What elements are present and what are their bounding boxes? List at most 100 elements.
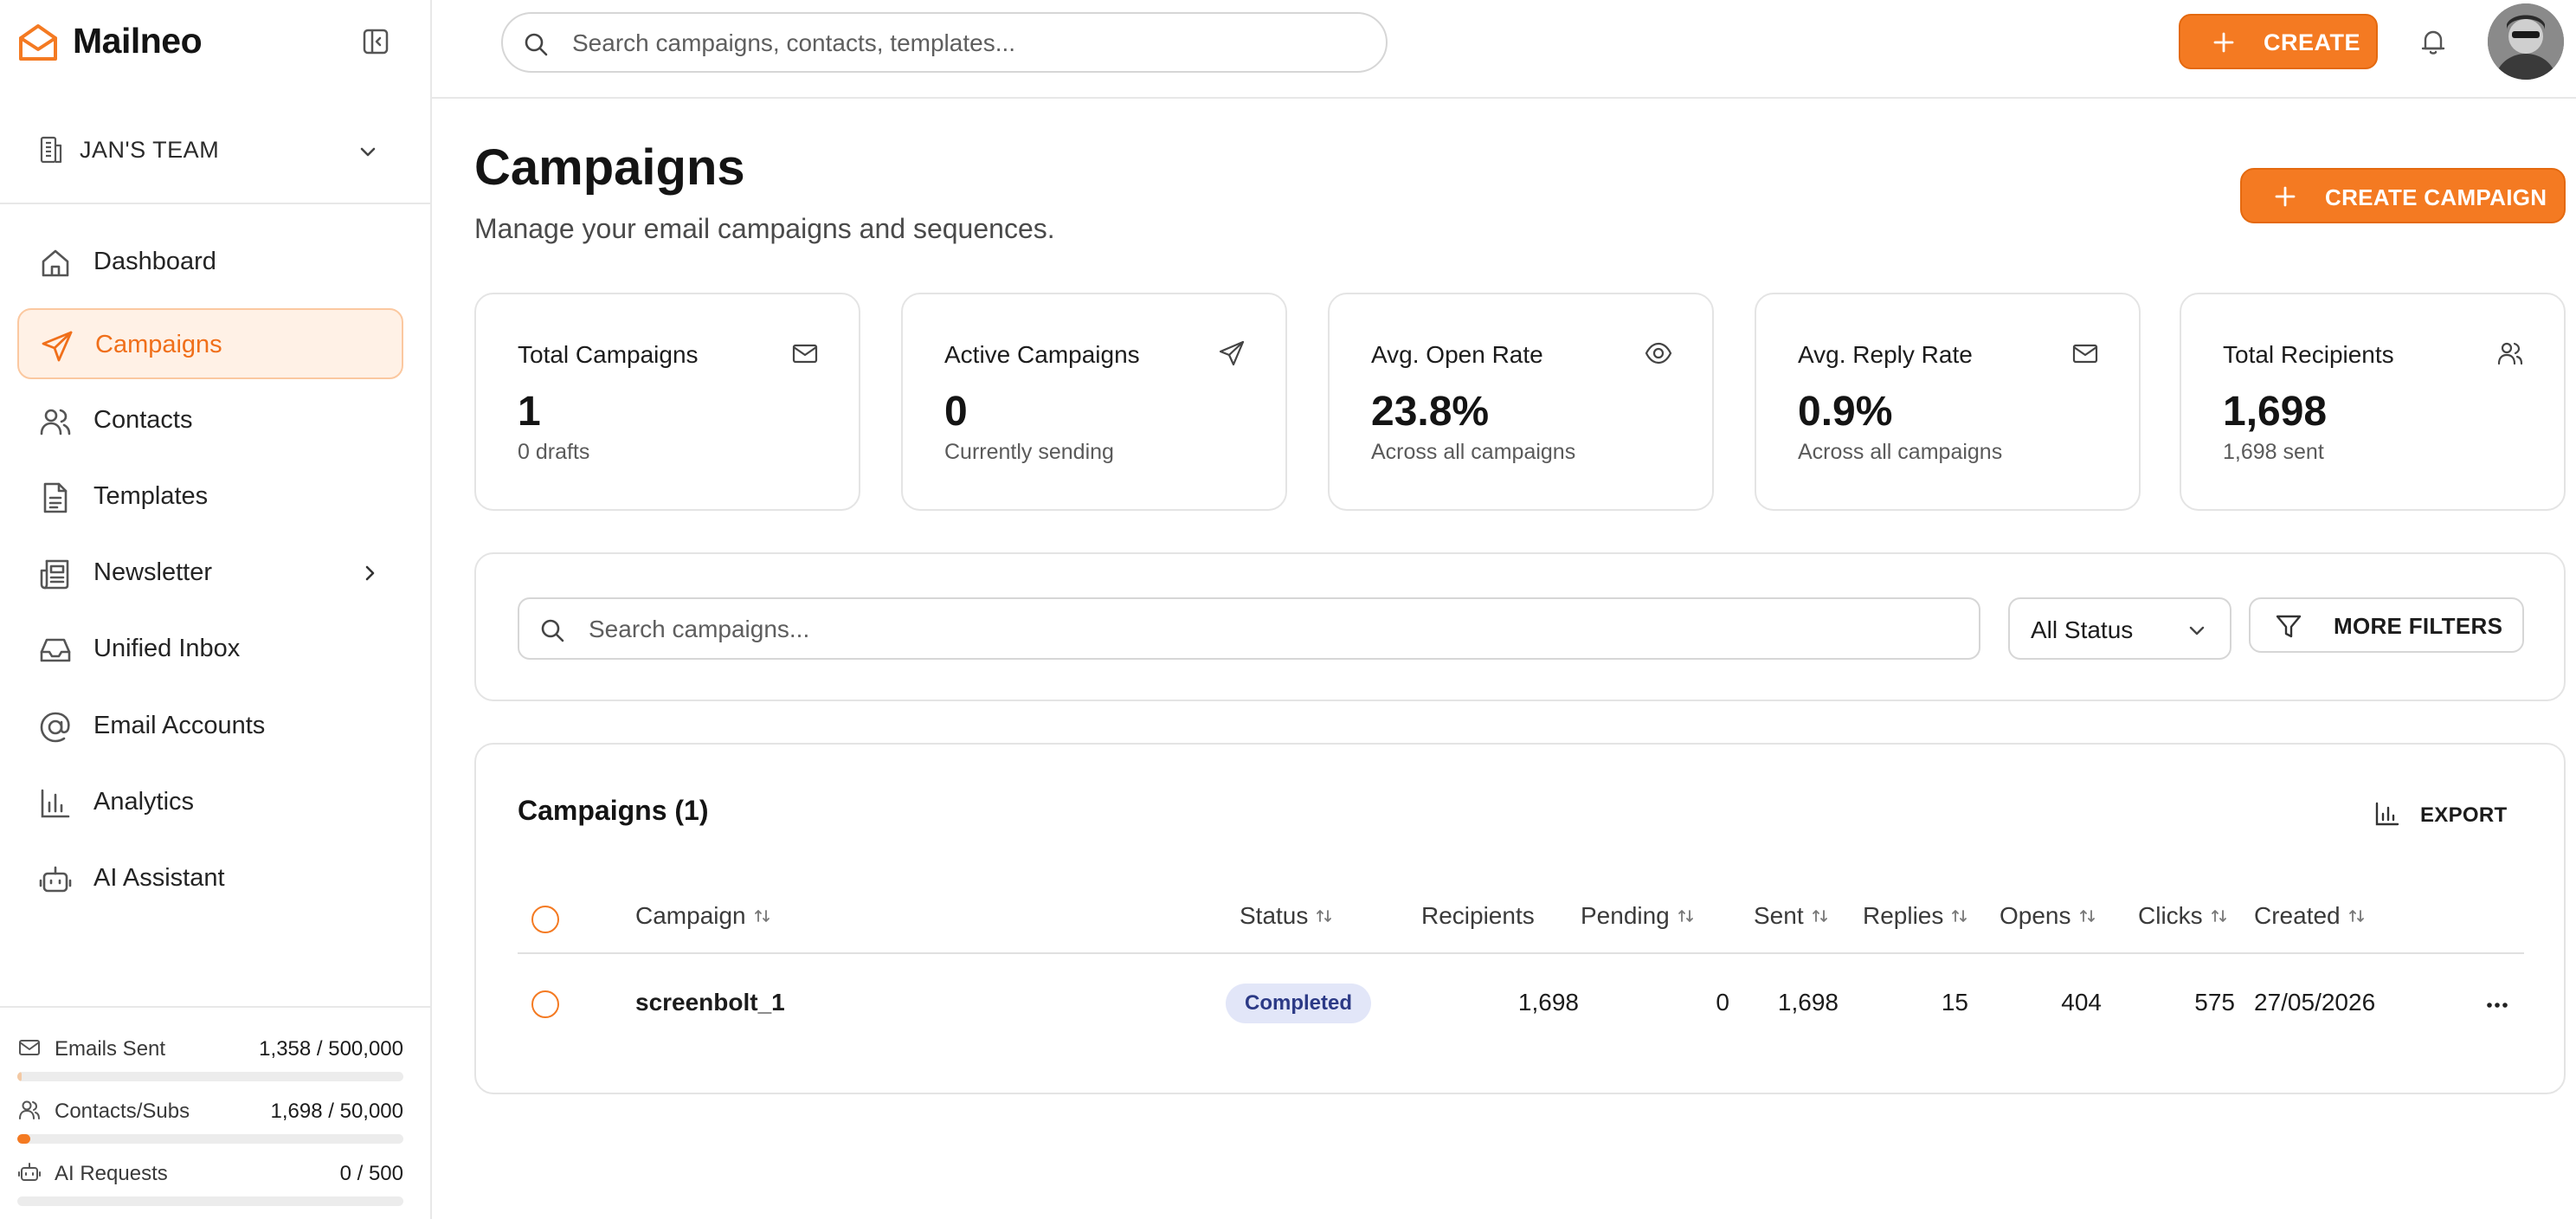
sidebar-item-contacts[interactable]: Contacts [17, 385, 403, 456]
campaign-search[interactable] [518, 597, 1980, 660]
mail-logo-icon[interactable] [17, 23, 59, 62]
status-filter-select[interactable]: All Status [2008, 597, 2231, 660]
column-pending[interactable]: Pending [1581, 902, 1696, 930]
sidebar-collapse-icon[interactable] [362, 28, 390, 55]
stat-note: 0 drafts [518, 440, 590, 464]
stat-title: Avg. Open Rate [1371, 341, 1543, 368]
filter-bar: All Status MORE FILTERS [474, 552, 2566, 701]
stat-card-total-recipients: Total Recipients 1,698 1,698 sent [2180, 293, 2566, 511]
avatar[interactable] [2488, 3, 2564, 80]
newspaper-icon [38, 557, 73, 591]
cell-opens: 404 [2061, 989, 2102, 1016]
sidebar-item-label: Unified Inbox [93, 635, 241, 662]
bell-icon[interactable] [2418, 26, 2449, 57]
cell-campaign[interactable]: screenbolt_1 [635, 989, 785, 1016]
table-row[interactable]: screenbolt_1 Completed 1,698 0 1,698 15 … [518, 956, 2524, 1056]
column-campaign[interactable]: Campaign [635, 902, 772, 930]
stat-card-avg-reply-rate: Avg. Reply Rate 0.9% Across all campaign… [1755, 293, 2141, 511]
column-opens[interactable]: Opens [2000, 902, 2097, 930]
sidebar-item-campaigns[interactable]: Campaigns [17, 308, 403, 379]
bot-icon [17, 1160, 42, 1184]
cell-recipients: 1,698 [1517, 989, 1579, 1016]
more-horizontal-icon[interactable] [2483, 990, 2512, 1020]
usage-label: AI Requests [55, 1162, 168, 1185]
cell-sent: 1,698 [1777, 989, 1839, 1016]
usage-progress-fill [17, 1134, 31, 1144]
building-icon [36, 135, 66, 164]
sidebar-item-label: Analytics [93, 788, 195, 816]
sidebar-item-templates[interactable]: Templates [17, 461, 403, 532]
sort-icon [1952, 909, 1967, 922]
stat-card-avg-open-rate: Avg. Open Rate 23.8% Across all campaign… [1328, 293, 1714, 511]
sidebar-item-email-accounts[interactable]: Email Accounts [17, 691, 403, 762]
users-icon [38, 404, 73, 439]
logo-row: Mailneo [0, 0, 430, 83]
row-checkbox[interactable] [531, 990, 559, 1018]
create-campaign-button[interactable]: CREATE CAMPAIGN [2240, 168, 2566, 223]
page-title: Campaigns [474, 139, 745, 196]
table-header: Campaign Status Recipients Pending Sent … [518, 885, 2524, 954]
more-filters-label: MORE FILTERS [2334, 613, 2503, 639]
global-search-input[interactable] [572, 26, 1351, 61]
sidebar-item-newsletter[interactable]: Newsletter [17, 538, 403, 609]
sort-icon [1812, 909, 1827, 922]
sidebar-item-ai-assistant[interactable]: AI Assistant [17, 843, 403, 914]
app-name[interactable]: Mailneo [73, 21, 203, 61]
usage-ai-requests: AI Requests 0 / 500 [17, 1157, 403, 1209]
column-replies[interactable]: Replies [1863, 902, 1969, 930]
usage-value: 1,698 / 50,000 [270, 1100, 403, 1123]
sidebar-item-unified-inbox[interactable]: Unified Inbox [17, 614, 403, 685]
sidebar-item-label: Dashboard [93, 248, 216, 275]
column-sent[interactable]: Sent [1754, 902, 1830, 930]
column-created[interactable]: Created [2254, 902, 2367, 930]
export-button[interactable]: EXPORT [2370, 790, 2534, 838]
usage-value: 0 / 500 [339, 1162, 403, 1185]
stat-note: Currently sending [944, 440, 1114, 464]
eye-icon [1645, 339, 1672, 367]
sort-icon [2348, 909, 2364, 922]
stat-value: 0.9% [1798, 389, 1893, 435]
search-icon [522, 30, 550, 58]
usage-progress-track [17, 1134, 403, 1144]
select-all-checkbox[interactable] [531, 906, 559, 933]
campaign-search-input[interactable] [589, 612, 1956, 647]
sidebar-item-label: Contacts [93, 406, 193, 434]
stat-note: Across all campaigns [1371, 440, 1576, 464]
at-sign-icon [38, 710, 73, 745]
cell-created: 27/05/2026 [2254, 989, 2376, 1016]
usage-value: 1,358 / 500,000 [259, 1037, 403, 1061]
column-status[interactable]: Status [1240, 902, 1334, 930]
global-search[interactable] [501, 12, 1388, 73]
chevron-down-icon [355, 139, 381, 164]
send-icon [40, 329, 74, 364]
sidebar-item-analytics[interactable]: Analytics [17, 767, 403, 838]
sidebar-item-dashboard[interactable]: Dashboard [17, 227, 403, 298]
file-text-icon [38, 481, 73, 515]
sort-icon [2079, 909, 2095, 922]
sidebar-item-label: Newsletter [93, 558, 212, 586]
table-title: Campaigns (1) [518, 795, 709, 826]
more-filters-button[interactable]: MORE FILTERS [2249, 597, 2524, 653]
usage-progress-track [17, 1072, 403, 1081]
stat-note: 1,698 sent [2223, 440, 2324, 464]
chevron-down-icon [2185, 618, 2209, 642]
stat-title: Avg. Reply Rate [1798, 341, 1973, 368]
sidebar: Mailneo JAN'S TEAM Dashboard Campaigns C… [0, 0, 432, 1219]
stat-note: Across all campaigns [1798, 440, 2003, 464]
stat-value: 23.8% [1371, 389, 1490, 435]
plus-icon [2273, 184, 2297, 209]
users-icon [17, 1098, 42, 1122]
mail-icon [17, 1035, 42, 1060]
stat-title: Total Campaigns [518, 341, 699, 368]
stat-card-active-campaigns: Active Campaigns 0 Currently sending [901, 293, 1287, 511]
usage-progress-fill [17, 1072, 23, 1081]
bar-chart-icon [38, 786, 73, 821]
team-switcher[interactable]: JAN'S TEAM [0, 97, 430, 204]
status-badge: Completed [1226, 984, 1372, 1023]
cell-clicks: 575 [2194, 989, 2235, 1016]
create-button[interactable]: CREATE [2179, 14, 2378, 69]
column-clicks[interactable]: Clicks [2138, 902, 2229, 930]
export-label: EXPORT [2420, 803, 2508, 827]
stat-card-total-campaigns: Total Campaigns 1 0 drafts [474, 293, 860, 511]
mail-icon [2071, 339, 2099, 367]
